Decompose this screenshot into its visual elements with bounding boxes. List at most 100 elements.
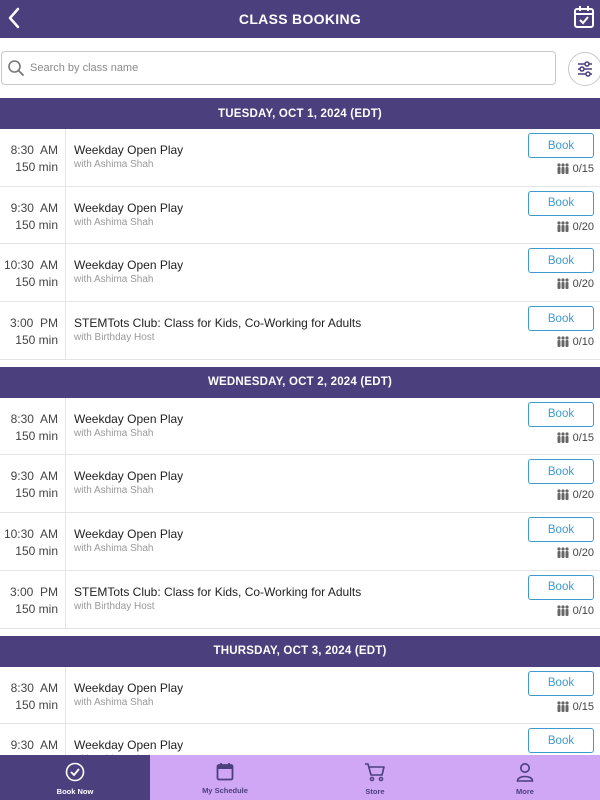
class-time-cell: 8:30 AM 150 min bbox=[0, 397, 66, 455]
class-host: with Ashima Shah bbox=[74, 485, 154, 497]
class-host: with Ashima Shah bbox=[74, 427, 154, 439]
day-spacer bbox=[0, 359, 600, 367]
class-name: STEMTots Club: Class for Kids, Co-Workin… bbox=[74, 584, 362, 599]
class-start-time: 10:30 AM bbox=[3, 258, 58, 273]
class-time-cell: 9:30 AM150 min bbox=[0, 724, 66, 755]
day-header: WEDNESDAY, OCT 2, 2024 (EDT) bbox=[0, 366, 600, 398]
people-icon bbox=[556, 336, 569, 348]
capacity-indicator: 0/20 bbox=[556, 221, 594, 233]
calendar-check-icon[interactable] bbox=[572, 4, 596, 30]
class-info: Weekday Open Playwith Ashima Shah bbox=[66, 129, 524, 186]
class-actions: Book 0/20 bbox=[524, 187, 600, 244]
people-icon bbox=[556, 547, 569, 559]
class-row[interactable]: 10:30 AM 150 min Weekday Open Play with Ash… bbox=[0, 244, 600, 303]
class-row[interactable]: 8:30 AM 150 min Weekday Open Play with Ashi… bbox=[0, 666, 600, 725]
class-start-time: 9:30 AM bbox=[10, 738, 58, 753]
class-name: Weekday Open Play bbox=[74, 680, 184, 695]
book-button[interactable]: Book bbox=[528, 574, 594, 600]
class-actions: Book 0/20 bbox=[524, 455, 600, 512]
class-time-cell: 3:00 PM 150 min bbox=[0, 570, 66, 628]
search-input[interactable] bbox=[30, 62, 530, 74]
class-time-cell: 9:30 AM150 min bbox=[0, 455, 66, 513]
class-actions: Book 0/15 bbox=[524, 667, 600, 724]
class-duration: 150 min bbox=[15, 601, 58, 616]
search-icon bbox=[8, 60, 24, 76]
class-info: STEMTots Club: Class for Kids, Co-Workin… bbox=[66, 302, 524, 359]
book-button[interactable]: Book bbox=[528, 190, 594, 216]
tab-my-schedule[interactable]: My Schedule bbox=[150, 755, 300, 800]
class-row[interactable]: 9:30 AM150 min Weekday Open Playwith Ashi… bbox=[0, 455, 600, 514]
class-info: STEMTots Club: Class for Kids, Co-Workin… bbox=[66, 571, 524, 628]
class-host: with Ashima Shah bbox=[74, 543, 154, 555]
class-duration: 150 min bbox=[15, 486, 58, 501]
search-bar bbox=[0, 38, 600, 98]
class-name: Weekday Open Play bbox=[74, 411, 184, 426]
capacity-indicator: 0/20 bbox=[556, 489, 594, 501]
class-start-time: 8:30 AM bbox=[10, 411, 58, 426]
class-start-time: 10:30 AM bbox=[3, 527, 58, 542]
sliders-icon bbox=[578, 61, 592, 77]
class-name: Weekday Open Play bbox=[74, 469, 184, 484]
class-time-cell: 9:30 AM150 min bbox=[0, 186, 66, 244]
capacity-count: 0/20 bbox=[572, 489, 594, 502]
class-row[interactable]: 8:30 AM 150 min Weekday Open Play with Ashi… bbox=[0, 397, 600, 456]
book-button[interactable]: Book bbox=[528, 459, 594, 485]
book-button[interactable]: Book bbox=[528, 728, 594, 754]
book-button[interactable]: Book bbox=[528, 248, 594, 274]
book-button[interactable]: Book bbox=[528, 517, 594, 543]
class-row[interactable]: 9:30 AM150 minWeekday Open Playwith Ashi… bbox=[0, 186, 600, 245]
class-list[interactable]: TUESDAY, OCT 1, 2024 (EDT) 8:30 AM 150 min… bbox=[0, 98, 600, 755]
tab-more[interactable]: More bbox=[450, 755, 600, 800]
tab-label: Store bbox=[365, 787, 385, 796]
person-icon bbox=[516, 762, 534, 787]
class-row[interactable]: 3:00 PM 150 min STEMTots Club: Class for K… bbox=[0, 570, 600, 629]
filter-button[interactable] bbox=[568, 52, 600, 86]
capacity-count: 0/15 bbox=[572, 163, 594, 175]
capacity-indicator: 0/15 bbox=[556, 163, 594, 175]
calendar-icon bbox=[216, 762, 234, 786]
class-name: Weekday Open Play bbox=[74, 258, 184, 273]
class-name: Weekday Open Play bbox=[74, 200, 184, 215]
capacity-count: 0/15 bbox=[572, 431, 594, 444]
class-actions: Book 0/15 bbox=[524, 129, 600, 186]
people-icon bbox=[556, 605, 569, 616]
class-row[interactable]: 10:30 AM 150 min Weekday Open Play with Ash… bbox=[0, 513, 600, 571]
back-arrow-icon[interactable] bbox=[4, 5, 26, 31]
class-host: with Ashima Shah bbox=[74, 274, 154, 286]
class-info: Weekday Open Playwith Ashima Shah bbox=[66, 667, 524, 724]
capacity-indicator: 0/10 bbox=[556, 336, 594, 348]
search-box[interactable] bbox=[1, 51, 556, 85]
capacity-count: 0/10 bbox=[572, 336, 594, 349]
capacity-count: 0/20 bbox=[572, 547, 594, 560]
class-info: Weekday Open Playwith Ashima Shah bbox=[66, 187, 524, 244]
class-actions: Book 0/10 bbox=[524, 571, 600, 628]
class-name: STEMTots Club: Class for Kids, Co-Workin… bbox=[74, 316, 362, 331]
people-icon bbox=[556, 489, 569, 501]
tab-book-now[interactable]: Book Now bbox=[0, 755, 150, 800]
class-duration: 150 min bbox=[15, 160, 58, 174]
class-start-time: 3:00 PM bbox=[9, 316, 58, 331]
capacity-indicator: 0/10 bbox=[556, 605, 594, 617]
class-time-cell: 3:00 PM 150 min bbox=[0, 302, 66, 359]
book-button[interactable]: Book bbox=[528, 133, 594, 158]
check-circle-icon bbox=[65, 762, 85, 787]
capacity-indicator: 0/15 bbox=[556, 432, 594, 444]
class-row[interactable]: 8:30 AM 150 min Weekday Open Play with Ashi… bbox=[0, 129, 600, 187]
app-header: CLASS BOOKING bbox=[0, 0, 600, 38]
class-start-time: 9:30 AM bbox=[10, 200, 58, 215]
book-button[interactable]: Book bbox=[528, 670, 594, 696]
class-row[interactable]: 3:00 PM 150 min STEMTots Club: Class for K… bbox=[0, 302, 600, 360]
tab-store[interactable]: Store bbox=[300, 755, 450, 800]
tab-label: My Schedule bbox=[202, 786, 248, 795]
class-host: with Birthday Host bbox=[74, 600, 155, 612]
capacity-indicator: 0/20 bbox=[556, 278, 594, 290]
class-actions: Book 0/10 bbox=[524, 302, 600, 359]
class-time-cell: 10:30 AM 150 min bbox=[0, 244, 66, 302]
people-icon bbox=[556, 221, 569, 232]
bottom-tab-bar: Book Now My Schedule Store More bbox=[0, 755, 600, 800]
class-row[interactable]: 9:30 AM150 minWeekday Open Playwith Ashi… bbox=[0, 724, 600, 755]
day-spacer bbox=[0, 628, 600, 636]
book-button[interactable]: Book bbox=[528, 306, 594, 332]
book-button[interactable]: Book bbox=[528, 401, 594, 427]
tab-label: Book Now bbox=[56, 787, 94, 796]
